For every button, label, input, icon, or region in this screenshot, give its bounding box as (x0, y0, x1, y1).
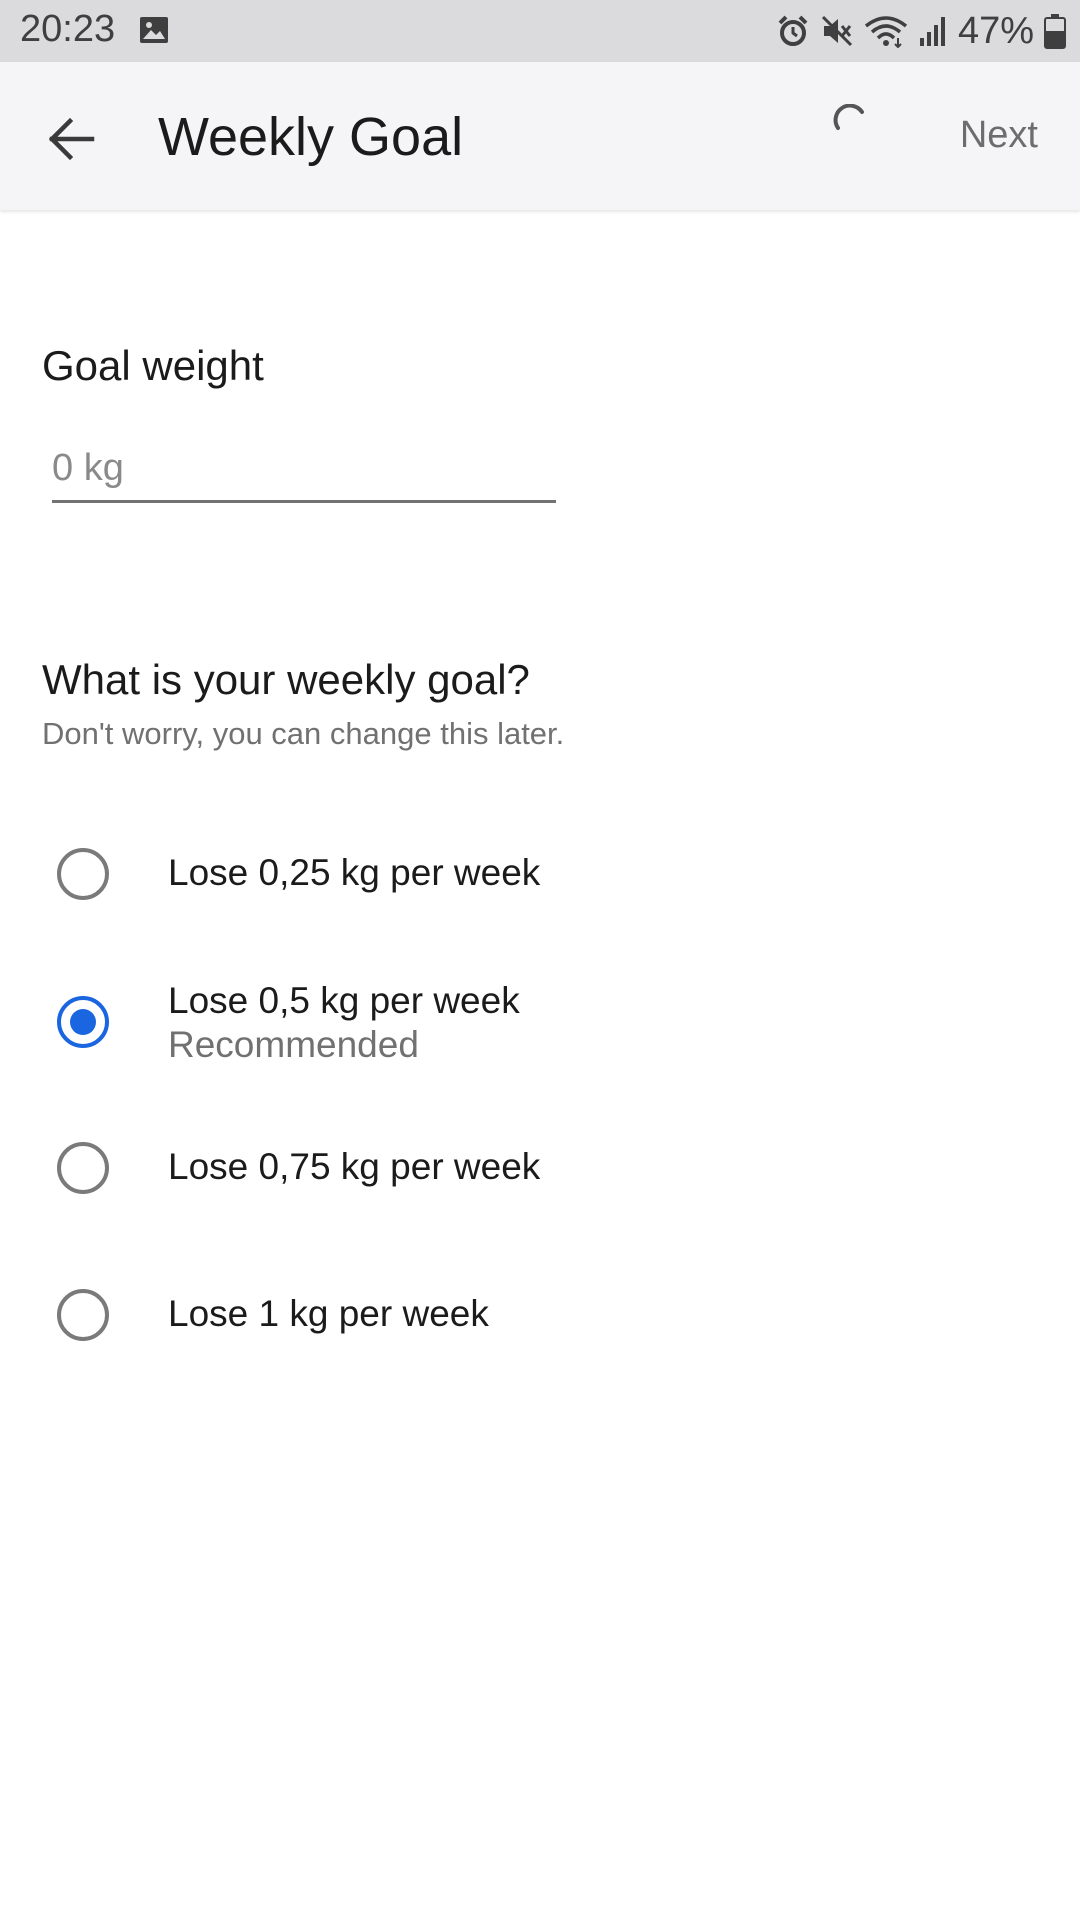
battery-percent: 47% (957, 9, 1034, 52)
next-button[interactable]: Next (960, 114, 1038, 157)
gallery-icon (140, 17, 168, 43)
radio-button[interactable] (57, 1142, 109, 1194)
battery-icon (1044, 14, 1066, 49)
app-bar: Weekly Goal Next (0, 62, 1080, 210)
status-time: 20:23 (20, 8, 116, 50)
option-label: Lose 0,25 kg per week (168, 852, 541, 893)
status-icons: 47% (776, 8, 1066, 54)
alarm-icon (778, 15, 808, 46)
weekly-goal-option[interactable]: Lose 0,25 kg per week (0, 842, 1080, 942)
wifi-icon (864, 16, 908, 48)
signal-icon (919, 17, 945, 46)
loading-spinner-icon (833, 104, 864, 130)
weekly-goal-option[interactable]: Lose 1 kg per week (0, 1283, 1080, 1383)
option-label: Lose 0,75 kg per week (168, 1146, 541, 1187)
arrow-left-icon (48, 117, 95, 161)
page-title: Weekly Goal (158, 107, 464, 167)
weekly-goal-subtext: Don't worry, you can change this later. (42, 716, 565, 751)
weekly-goal-question: What is your weekly goal? (42, 656, 530, 703)
weekly-goal-option[interactable]: Lose 0,5 kg per week Recommended (0, 980, 1080, 1098)
weekly-goal-option[interactable]: Lose 0,75 kg per week (0, 1136, 1080, 1236)
status-bar: 20:23 47% (0, 0, 1080, 62)
radio-button[interactable] (57, 1289, 109, 1341)
goal-weight-input[interactable] (52, 443, 556, 503)
radio-button-selected[interactable] (57, 996, 109, 1048)
option-label: Lose 0,5 kg per week (168, 980, 520, 1021)
mute-icon (821, 15, 852, 47)
radio-button[interactable] (57, 848, 109, 900)
recommended-label: Recommended (168, 1024, 419, 1065)
back-button[interactable] (34, 102, 108, 176)
goal-weight-label: Goal weight (42, 342, 264, 389)
option-label: Lose 1 kg per week (168, 1293, 489, 1334)
